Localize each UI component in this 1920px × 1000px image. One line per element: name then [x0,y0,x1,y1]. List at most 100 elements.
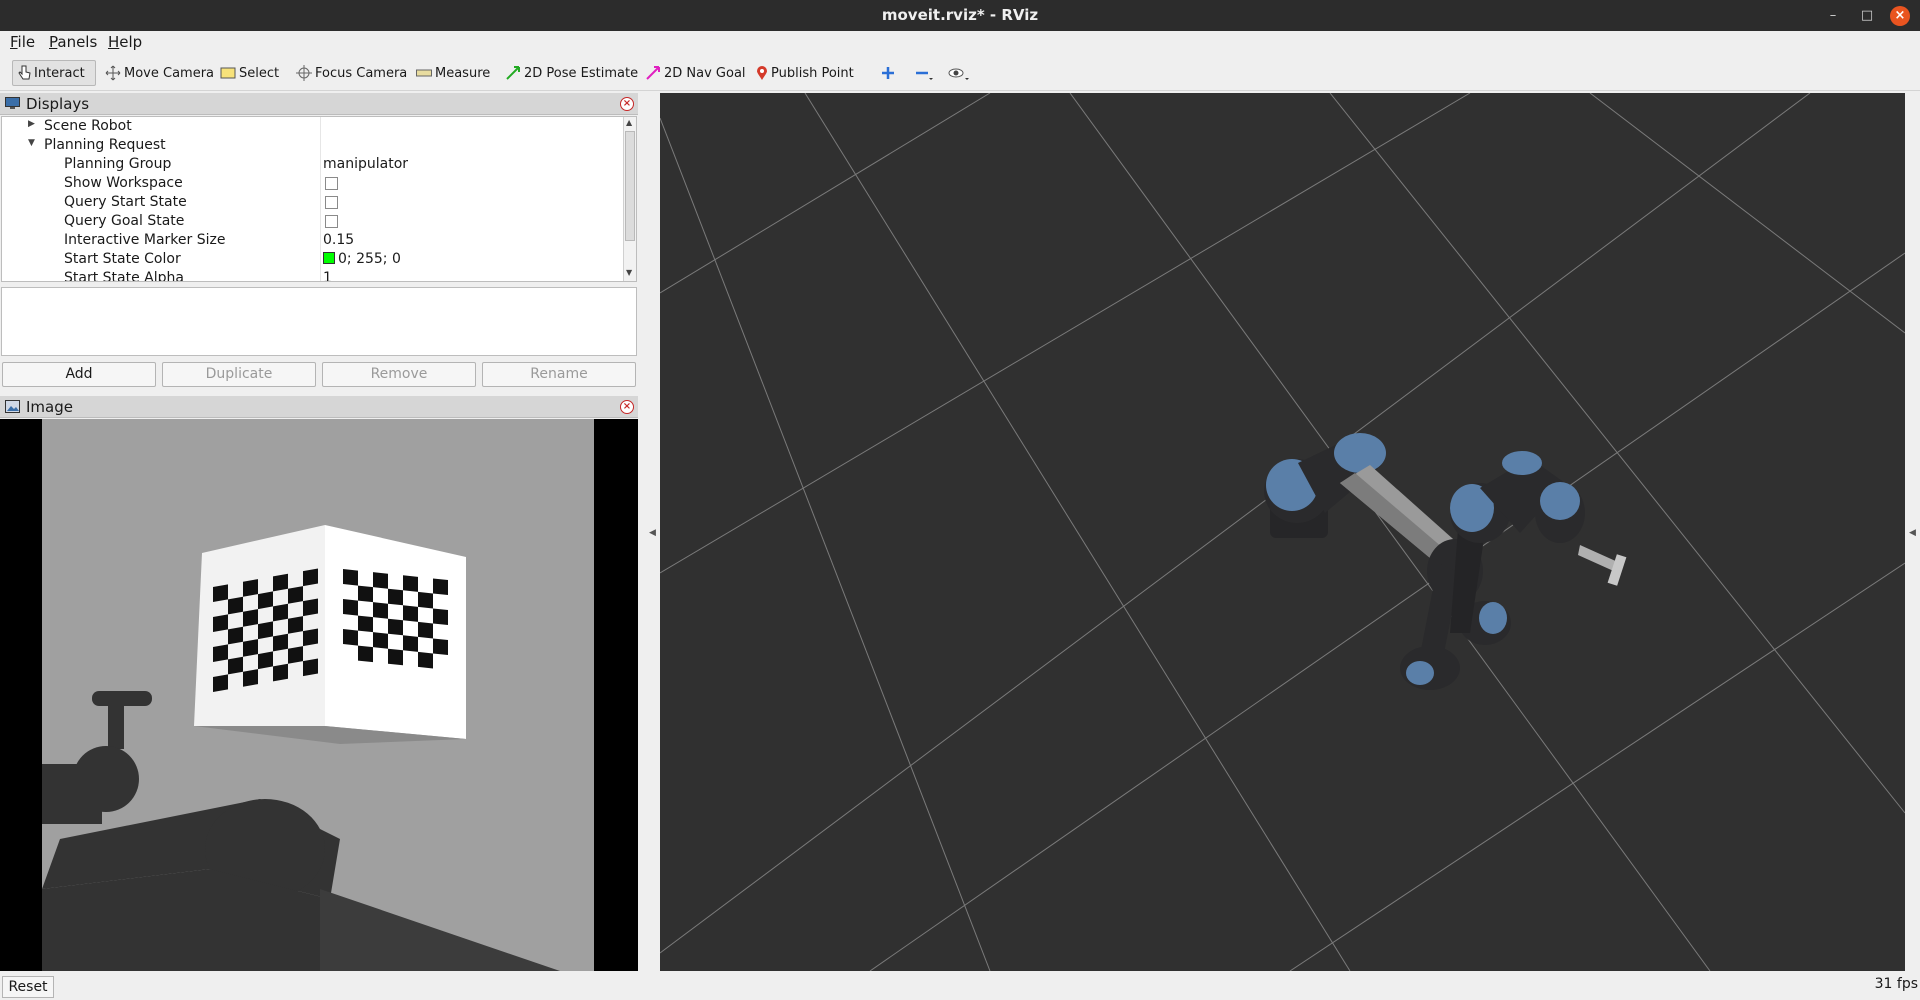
tree-row-label: Planning Group [64,156,172,172]
add-tool-button[interactable] [876,60,903,86]
focus-camera-tool-label: Focus Camera [315,65,408,81]
image-icon [5,400,20,413]
image-panel-title: Image [26,398,73,416]
publish-point-tool-button[interactable]: Publish Point [752,60,858,86]
maximize-icon[interactable]: □ [1857,6,1877,26]
remove-tool-button[interactable] [910,60,941,86]
tree-row-interactive-marker-size[interactable]: Interactive Marker Size 0.15 [2,231,624,250]
statusbar: Reset 31 fps [0,974,1920,1000]
expand-arrow-icon[interactable]: ▶ [28,119,35,129]
tree-row-label: Show Workspace [64,175,183,191]
tree-row-label: Query Start State [64,194,187,210]
scroll-down-icon[interactable]: ▼ [626,268,632,277]
2d-nav-goal-tool-button[interactable]: 2D Nav Goal [641,60,750,86]
tree-row-label: Scene Robot [44,118,132,134]
tree-row-label: Query Goal State [64,213,185,229]
select-tool-label: Select [239,65,280,81]
menu-panels-label: anels [57,33,98,51]
menu-file-label: ile [17,33,36,51]
close-panel-icon[interactable]: × [620,400,634,414]
collapse-arrow-icon[interactable]: ▼ [28,138,35,148]
window-titlebar: moveit.rviz* - RViz – □ × [0,0,1920,31]
scrollbar-thumb[interactable] [625,131,635,241]
query-goal-state-checkbox[interactable] [325,215,338,228]
displays-tree: ▶ Scene Robot ▼ Planning Request Plannin… [1,116,637,282]
tree-row-planning-group[interactable]: Planning Group manipulator [2,155,624,174]
query-start-state-checkbox[interactable] [325,196,338,209]
camera-image-view [0,419,638,971]
3d-render-viewport[interactable] [660,93,1905,971]
add-display-button[interactable]: Add [2,362,156,387]
minus-dropdown-icon [916,71,933,80]
tree-row-planning-request[interactable]: ▼ Planning Request [2,136,624,155]
start-state-color-value[interactable]: 0; 255; 0 [323,251,401,267]
menubar: File Panels Help [0,31,1920,55]
view-options-button[interactable] [944,60,977,86]
interact-tool-label: Interact [34,65,85,81]
show-workspace-checkbox[interactable] [325,177,338,190]
magenta-arrow-icon [646,66,660,80]
tree-row-query-goal-state[interactable]: Query Goal State [2,212,624,231]
tree-row-start-state-alpha[interactable]: Start State Alpha 1 [2,269,624,282]
toolbar: Interact Move Camera Select Focus Camera… [0,55,1920,91]
right-collapse-handle-icon[interactable]: ◀ [1909,528,1916,538]
robot-arm [1264,433,1627,690]
tree-row-label: Planning Request [44,137,166,153]
menu-help-label: elp [119,33,143,51]
ruler-icon [416,69,432,77]
menu-file-accel: F [10,33,18,51]
menu-file[interactable]: File [10,33,35,51]
select-tool-button[interactable]: Select [216,60,283,86]
fps-readout: 31 fps [1874,976,1918,992]
interactive-marker-size-value[interactable]: 0.15 [323,232,354,248]
menu-panels[interactable]: Panels [49,33,97,51]
displays-panel-header: Displays × [0,93,638,115]
green-arrow-icon [506,66,520,80]
scroll-up-icon[interactable]: ▲ [626,118,632,127]
tree-row-start-state-color[interactable]: Start State Color 0; 255; 0 [2,250,624,269]
interact-tool-button[interactable]: Interact [12,60,96,86]
reset-button[interactable]: Reset [2,976,54,998]
tree-row-label: Interactive Marker Size [64,232,226,248]
left-collapse-handle-icon[interactable]: ◀ [649,528,656,538]
close-window-icon[interactable]: × [1890,6,1910,26]
2d-pose-estimate-tool-button[interactable]: 2D Pose Estimate [501,60,642,86]
map-pin-icon [757,66,767,80]
tree-row-query-start-state[interactable]: Query Start State [2,193,624,212]
displays-panel-title: Displays [26,95,90,113]
planning-group-value[interactable]: manipulator [323,156,408,172]
tree-row-show-workspace[interactable]: Show Workspace [2,174,624,193]
rename-display-button[interactable]: Rename [482,362,636,387]
start-state-alpha-value[interactable]: 1 [323,270,332,281]
menu-help-accel: H [108,33,120,51]
tree-row-label: Start State Alpha [64,270,184,282]
2d-nav-goal-tool-label: 2D Nav Goal [664,65,746,81]
hand-pointer-icon [18,65,31,80]
crosshair-icon [296,65,312,81]
measure-tool-label: Measure [435,65,491,81]
ground-grid-and-robot [660,93,1905,971]
image-panel-header: Image × [0,396,638,418]
remove-display-button[interactable]: Remove [322,362,476,387]
color-swatch[interactable] [323,252,335,264]
eye-dropdown-icon [948,68,969,80]
menu-help[interactable]: Help [108,33,142,51]
move-camera-tool-label: Move Camera [124,65,215,81]
focus-camera-tool-button[interactable]: Focus Camera [292,60,411,86]
2d-pose-estimate-tool-label: 2D Pose Estimate [524,65,639,81]
move-camera-tool-button[interactable]: Move Camera [101,60,218,86]
publish-point-tool-label: Publish Point [771,65,854,81]
tree-row-label: Start State Color [64,251,181,267]
tree-scrollbar[interactable]: ▲ ▼ [623,117,636,281]
minimize-icon[interactable]: – [1823,6,1843,26]
window-title: moveit.rviz* - RViz [881,6,1039,24]
select-rectangle-icon [220,67,236,79]
monitor-icon [5,97,20,109]
tree-row-scene-robot[interactable]: ▶ Scene Robot [2,117,624,136]
close-panel-icon[interactable]: × [620,97,634,111]
duplicate-display-button[interactable]: Duplicate [162,362,316,387]
measure-tool-button[interactable]: Measure [412,60,494,86]
move-arrows-icon [105,65,121,81]
plus-icon [882,67,894,79]
property-description-box [1,287,637,356]
